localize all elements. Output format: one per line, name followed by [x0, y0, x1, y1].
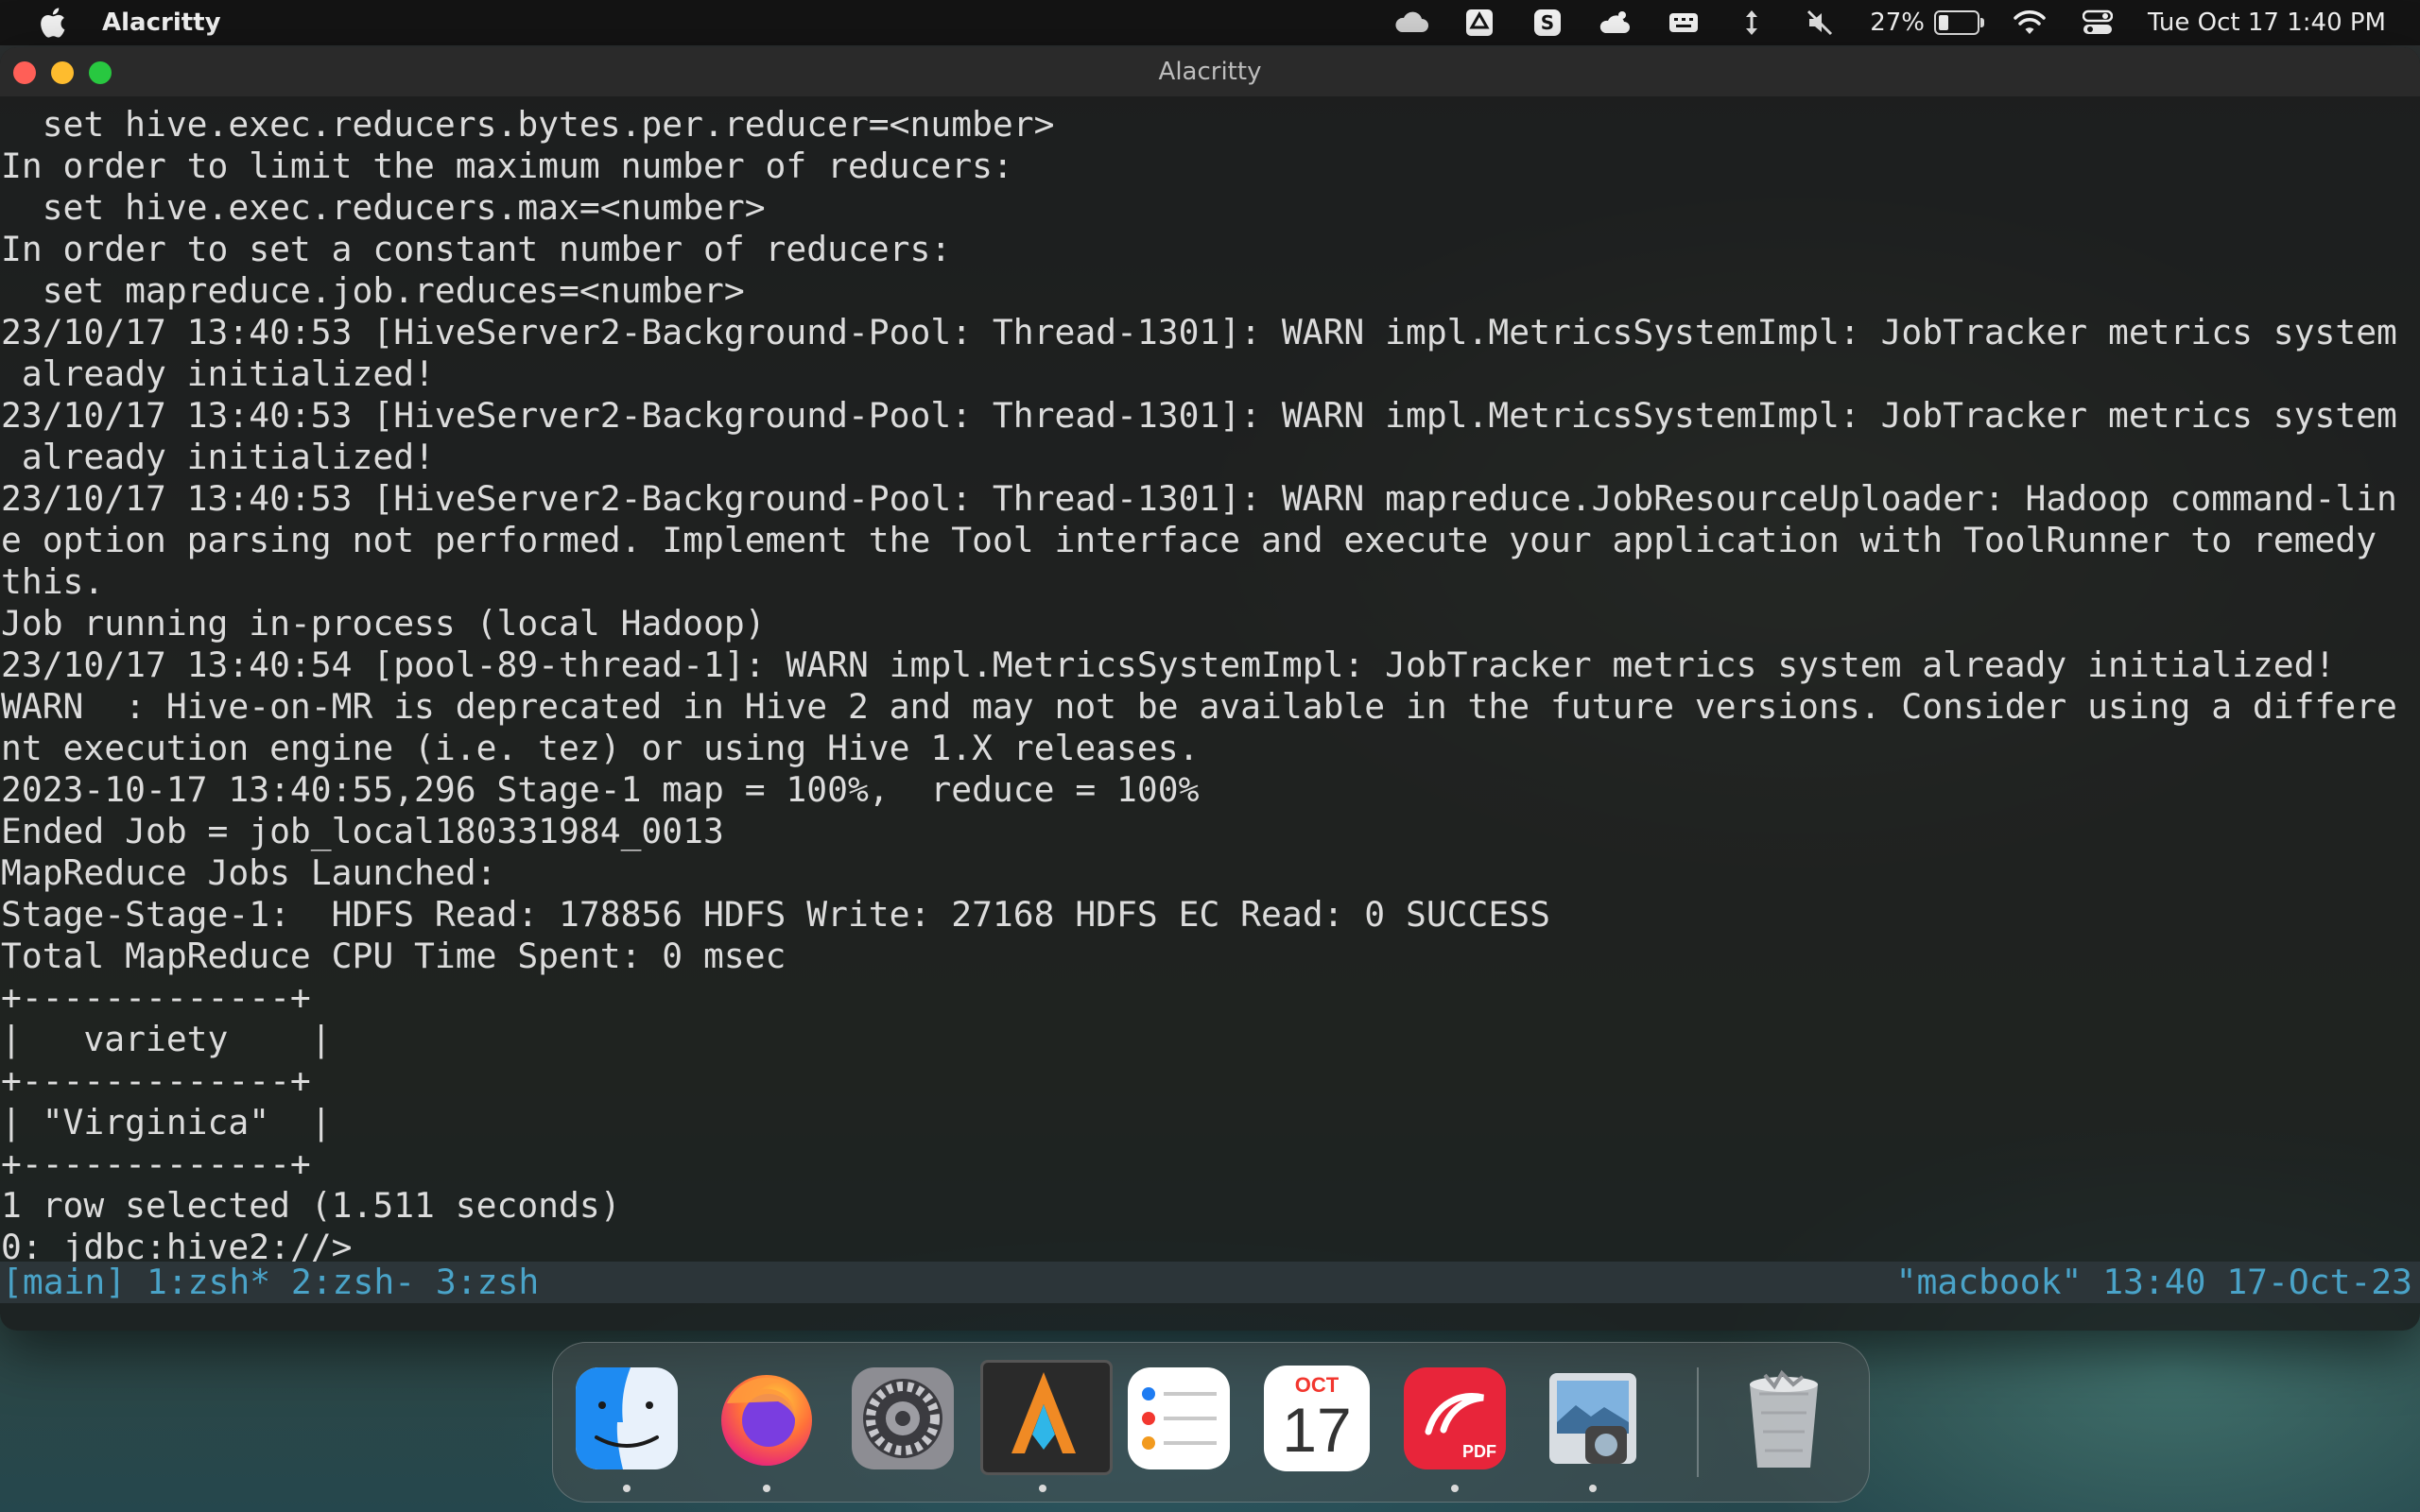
terminal-line: e option parsing not performed. Implemen…	[1, 520, 2377, 560]
preview-icon[interactable]	[1540, 1366, 1646, 1471]
pdf-icon[interactable]: PDF	[1402, 1366, 1508, 1471]
terminal-line: 23/10/17 13:40:54 [pool-89-thread-1]: WA…	[1, 644, 2336, 685]
terminal-line: already initialized!	[1, 437, 435, 477]
terminal-line: 23/10/17 13:40:53 [HiveServer2-Backgroun…	[1, 395, 2397, 436]
running-indicator	[623, 1485, 631, 1492]
finder-icon[interactable]	[574, 1366, 680, 1471]
terminal-line: +-------------+	[1, 1060, 311, 1101]
battery-percent: 27%	[1870, 9, 1925, 37]
terminal-line: 23/10/17 13:40:53 [HiveServer2-Backgroun…	[1, 312, 2397, 352]
cloud-icon[interactable]	[1393, 8, 1429, 38]
wifi-icon[interactable]	[2012, 8, 2048, 38]
window-titlebar[interactable]: Alacritty	[0, 47, 2420, 96]
running-indicator	[1589, 1485, 1597, 1492]
reminders-icon[interactable]	[1126, 1366, 1232, 1471]
terminal-line: In order to set a constant number of red…	[1, 229, 952, 269]
calendar-icon[interactable]: OCT 17	[1264, 1366, 1370, 1471]
terminal-line: +-------------+	[1, 977, 311, 1018]
drive-icon[interactable]	[1461, 8, 1497, 38]
active-app-name[interactable]: Alacritty	[102, 9, 221, 37]
terminal-line: set mapreduce.job.reduces=<number>	[1, 270, 745, 311]
terminal-line: Job running in-process (local Hadoop)	[1, 603, 766, 644]
cloud-bird-icon[interactable]	[1598, 8, 1634, 38]
terminal-lines: set hive.exec.reducers.bytes.per.reducer…	[1, 104, 2420, 1268]
running-indicator	[1039, 1485, 1046, 1492]
battery-level	[1938, 15, 1948, 30]
terminal-line: MapReduce Jobs Launched:	[1, 852, 497, 893]
mute-icon[interactable]	[1802, 8, 1838, 38]
calendar-day: 17	[1282, 1395, 1352, 1465]
terminal-line: +-------------+	[1, 1143, 311, 1184]
close-button[interactable]	[13, 61, 36, 84]
terminal-line: 1 row selected (1.511 seconds)	[1, 1185, 621, 1226]
terminal-line: set hive.exec.reducers.bytes.per.reducer…	[1, 104, 1055, 145]
menu-bar: Alacritty S 27% Tue Oct 17 1:40 PM	[0, 0, 2420, 45]
clock[interactable]: Tue Oct 17 1:40 PM	[2148, 9, 2386, 37]
terminal-line: | variety |	[1, 1019, 332, 1059]
zoom-button[interactable]	[89, 61, 112, 84]
arrows-icon[interactable]	[1734, 8, 1770, 38]
terminal-line: already initialized!	[1, 353, 435, 394]
minimize-button[interactable]	[51, 61, 74, 84]
tmux-status-right: "macbook" 13:40 17-Oct-23	[1895, 1262, 2412, 1302]
s-app-icon[interactable]: S	[1530, 8, 1565, 38]
terminal-line: | "Virginica" |	[1, 1102, 332, 1143]
dock: OCT 17 PDF	[552, 1342, 1870, 1503]
terminal-line: Ended Job = job_local180331984_0013	[1, 811, 724, 851]
terminal-output[interactable]: set hive.exec.reducers.bytes.per.reducer…	[0, 96, 2420, 1331]
terminal-line: nt execution engine (i.e. tez) or using …	[1, 728, 1200, 768]
terminal-line: this.	[1, 561, 105, 602]
trash-icon[interactable]	[1731, 1366, 1837, 1471]
alacritty-icon[interactable]	[980, 1360, 1113, 1475]
tmux-window-list[interactable]: [main] 1:zsh* 2:zsh- 3:zsh	[2, 1262, 539, 1303]
dock-separator	[1697, 1367, 1699, 1477]
terminal-line: 2023-10-17 13:40:55,296 Stage-1 map = 10…	[1, 769, 1200, 810]
battery-icon	[1933, 10, 1984, 35]
terminal-line: Total MapReduce CPU Time Spent: 0 msec	[1, 936, 786, 976]
running-indicator	[1451, 1485, 1459, 1492]
battery-indicator[interactable]: 27%	[1870, 9, 1984, 37]
running-indicator	[763, 1485, 770, 1492]
keyboard-icon[interactable]	[1666, 8, 1702, 38]
window-title: Alacritty	[1158, 58, 1262, 86]
terminal-window: Alacritty set hive.exec.reducers.bytes.p…	[0, 47, 2420, 1331]
terminal-line: 23/10/17 13:40:53 [HiveServer2-Backgroun…	[1, 478, 2397, 519]
apple-icon[interactable]	[36, 7, 68, 39]
firefox-icon[interactable]	[714, 1366, 820, 1471]
pdf-label: PDF	[1462, 1442, 1496, 1461]
tmux-status-bar: [main] 1:zsh* 2:zsh- 3:zsh "macbook" 13:…	[0, 1262, 2420, 1303]
control-center-icon[interactable]	[2080, 8, 2116, 38]
terminal-line: set hive.exec.reducers.max=<number>	[1, 187, 766, 228]
terminal-line: Stage-Stage-1: HDFS Read: 178856 HDFS Wr…	[1, 894, 1550, 935]
svg-text:S: S	[1541, 11, 1554, 34]
settings-icon[interactable]	[850, 1366, 956, 1471]
terminal-line: In order to limit the maximum number of …	[1, 146, 1013, 186]
terminal-line: WARN : Hive-on-MR is deprecated in Hive …	[1, 686, 2397, 727]
